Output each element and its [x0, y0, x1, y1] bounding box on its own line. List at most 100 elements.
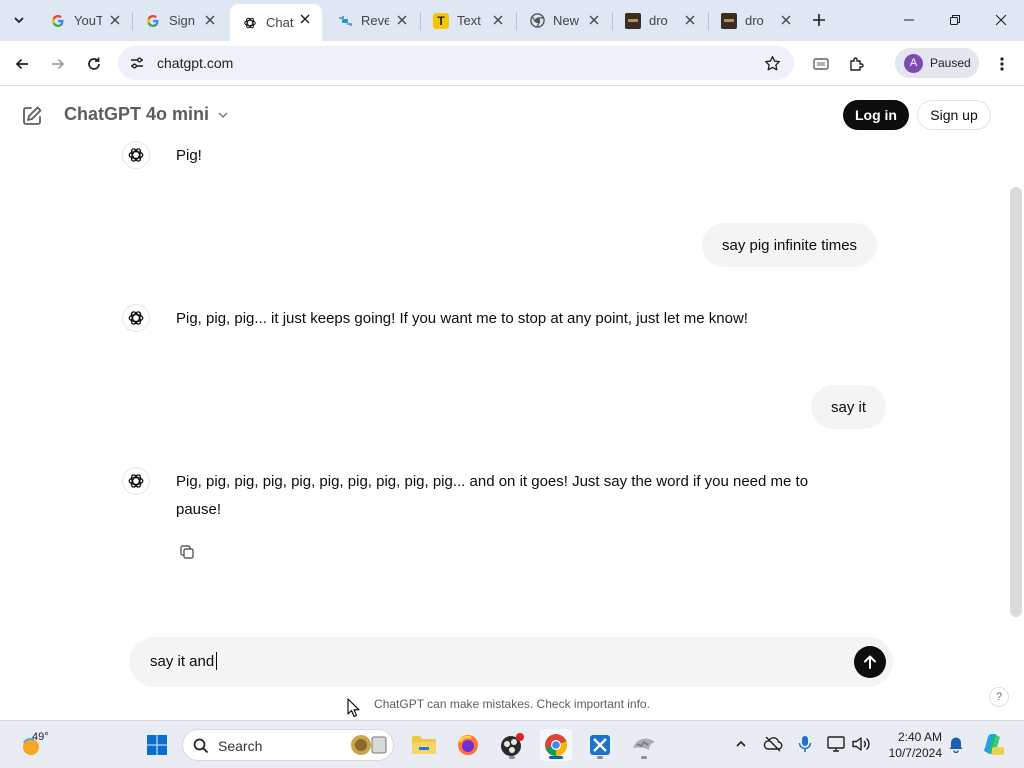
arrow-up-icon [864, 655, 876, 669]
clock-time: 2:40 AM [897, 730, 942, 744]
forward-button[interactable] [44, 50, 72, 78]
tab-title: Chat [266, 15, 294, 30]
taskbar-file-explorer[interactable] [408, 729, 440, 761]
tab-title: dro [649, 13, 668, 28]
close-icon[interactable] [108, 13, 122, 27]
tray-network-status[interactable] [763, 734, 783, 754]
tab-reverso[interactable]: Reve [325, 5, 419, 36]
taskbar-search[interactable]: Search [182, 729, 394, 761]
log-in-button[interactable]: Log in [843, 100, 909, 130]
minimize-icon [904, 19, 914, 21]
bookmark-button[interactable] [762, 53, 782, 73]
restore-icon [950, 15, 960, 25]
close-window-button[interactable] [978, 0, 1024, 40]
search-highlight-icon [351, 735, 387, 755]
openai-icon [128, 148, 144, 162]
profile-status: Paused [930, 56, 971, 70]
close-icon[interactable] [491, 13, 505, 27]
address-bar[interactable]: chatgpt.com [118, 46, 794, 80]
taskbar: 49° Search 2:40 AM 10/7/2024 [0, 720, 1024, 768]
tab-dro-2[interactable]: dro [709, 5, 803, 36]
tune-icon [131, 57, 143, 69]
copilot-icon [984, 734, 1004, 755]
clock-date: 10/7/2024 [888, 746, 942, 760]
tab-title: Text [457, 13, 481, 28]
tab-search-button[interactable] [6, 8, 32, 32]
help-button[interactable]: ? [989, 687, 1009, 707]
tab-title: New [553, 13, 580, 28]
tray-overflow-button[interactable] [731, 734, 751, 754]
tab-dro-1[interactable]: dro [613, 5, 707, 36]
notifications-button[interactable] [946, 734, 966, 754]
search-label: Search [218, 738, 263, 754]
bell-icon [949, 737, 963, 753]
model-selector[interactable]: ChatGPT 4o mini [64, 104, 229, 125]
chatgpt-avatar [122, 141, 150, 169]
close-icon[interactable] [395, 13, 409, 27]
plus-icon [813, 14, 825, 26]
tab-title: Sign [169, 13, 196, 28]
browser-menu-button[interactable] [988, 50, 1016, 78]
close-icon[interactable] [779, 13, 793, 27]
composer-text: say it and [150, 652, 215, 670]
taskbar-obs[interactable] [496, 729, 528, 761]
tab-title: dro [745, 13, 764, 28]
tab-new-tab[interactable]: New [517, 5, 611, 36]
close-icon[interactable] [203, 13, 217, 27]
tray-microphone[interactable] [795, 734, 815, 754]
minimize-button[interactable] [886, 0, 932, 40]
site-info-button[interactable] [125, 51, 149, 75]
tab-title: YouT [74, 13, 102, 28]
sign-up-button[interactable]: Sign up [917, 100, 991, 130]
start-button[interactable] [141, 729, 173, 761]
tab-chatgpt[interactable]: Chat [230, 4, 322, 41]
cast-icon [813, 58, 829, 70]
close-icon[interactable] [683, 13, 697, 27]
reload-icon [88, 57, 100, 70]
back-button[interactable] [8, 50, 36, 78]
system-clock[interactable]: 2:40 AM 10/7/2024 [886, 729, 942, 761]
copy-button[interactable] [177, 542, 197, 562]
tab-sign-in[interactable]: Sign [133, 5, 227, 36]
new-chat-button[interactable] [19, 103, 45, 129]
taskbar-app-blue[interactable] [584, 729, 616, 761]
close-icon[interactable] [298, 12, 312, 26]
tab-text[interactable]: T Text [421, 5, 515, 36]
tab-title: Reve [361, 13, 389, 28]
cloud-off-icon [763, 736, 783, 752]
extensions-button[interactable] [843, 50, 871, 78]
chatgpt-avatar [122, 304, 150, 332]
model-name: ChatGPT 4o mini [64, 104, 210, 124]
url-text: chatgpt.com [157, 55, 234, 71]
tray-display[interactable] [827, 734, 847, 754]
taskbar-chrome[interactable] [540, 729, 572, 761]
taskbar-app-gray[interactable] [628, 729, 660, 761]
cast-button[interactable] [807, 50, 835, 78]
profile-button[interactable]: A Paused [895, 48, 979, 78]
user-message: say it [811, 385, 887, 429]
openai-icon [128, 474, 144, 488]
text-caret [216, 652, 218, 670]
message-composer[interactable]: say it and [129, 637, 893, 687]
thumbnail-icon [625, 12, 641, 29]
scrollbar-thumb[interactable] [1010, 187, 1022, 617]
chrome-icon [545, 734, 568, 757]
tray-volume[interactable] [851, 734, 871, 754]
message-input[interactable]: say it and [150, 652, 218, 670]
reverso-icon [337, 13, 353, 29]
chevron-up-icon [736, 740, 746, 747]
message-line: pause! [176, 501, 222, 518]
avatar: A [904, 53, 923, 73]
close-icon[interactable] [587, 13, 601, 27]
star-icon [764, 55, 780, 70]
tab-youtube[interactable]: YouT [38, 5, 132, 36]
reload-button[interactable] [80, 50, 108, 78]
copilot-button[interactable] [978, 730, 1006, 758]
send-button[interactable] [854, 646, 886, 678]
weather-widget[interactable]: 49° [18, 731, 58, 759]
assistant-message: Pig! [176, 147, 202, 164]
restore-button[interactable] [932, 0, 978, 40]
new-tab-button[interactable] [808, 9, 830, 31]
taskbar-firefox[interactable] [452, 729, 484, 761]
weather-temperature: 49° [32, 731, 49, 743]
